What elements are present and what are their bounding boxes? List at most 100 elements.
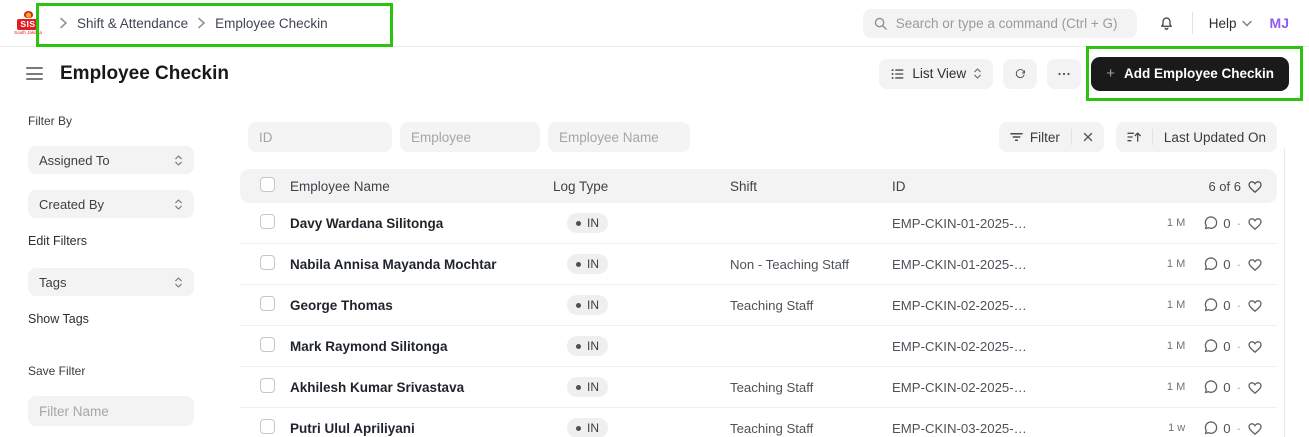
chevron-right-icon <box>197 17 206 29</box>
row-comments[interactable]: 0 <box>1203 338 1230 354</box>
row-checkbox[interactable] <box>260 296 275 311</box>
row-like-heart-icon[interactable] <box>1247 216 1263 231</box>
row-id[interactable]: EMP-CKIN-01-2025-… <box>892 257 1105 272</box>
row-shift: Teaching Staff <box>730 421 892 436</box>
row-id[interactable]: EMP-CKIN-01-2025-… <box>892 216 1105 231</box>
row-employee-name[interactable]: George Thomas <box>290 298 553 313</box>
row-comments[interactable]: 0 <box>1203 379 1230 395</box>
created-by-dropdown[interactable]: Created By <box>28 190 194 218</box>
refresh-button[interactable] <box>1003 59 1037 89</box>
tags-dropdown[interactable]: Tags <box>28 268 194 296</box>
row-like-heart-icon[interactable] <box>1247 339 1263 354</box>
column-log-type: Log Type <box>553 179 730 194</box>
logo-subtext: South Jakarta <box>14 31 42 36</box>
row-last-modified: 1 M <box>1167 381 1185 393</box>
row-shift: Teaching Staff <box>730 380 892 395</box>
show-tags-link[interactable]: Show Tags <box>28 312 89 326</box>
row-id[interactable]: EMP-CKIN-03-2025-… <box>892 421 1105 436</box>
breadcrumb-item-employee-checkin[interactable]: Employee Checkin <box>215 16 328 31</box>
row-id[interactable]: EMP-CKIN-02-2025-… <box>892 339 1105 354</box>
assigned-to-dropdown[interactable]: Assigned To <box>28 146 194 174</box>
row-checkbox[interactable] <box>260 337 275 352</box>
row-id[interactable]: EMP-CKIN-02-2025-… <box>892 298 1105 313</box>
chevron-down-icon <box>1242 20 1252 27</box>
row-checkbox[interactable] <box>260 378 275 393</box>
more-options-icon <box>1058 72 1070 76</box>
row-comments[interactable]: 0 <box>1203 256 1230 272</box>
save-filter-label: Save Filter <box>28 364 240 378</box>
row-employee-name[interactable]: Mark Raymond Silitonga <box>290 339 553 354</box>
filter-name-input[interactable] <box>28 396 194 426</box>
row-employee-name[interactable]: Akhilesh Kumar Srivastava <box>290 380 553 395</box>
favorites-filter-heart-icon[interactable] <box>1247 179 1263 194</box>
row-employee-name[interactable]: Putri Ulul Apriliyani <box>290 421 553 436</box>
breadcrumb-item-shift-attendance[interactable]: Shift & Attendance <box>77 16 188 31</box>
filter-button-group: Filter <box>999 122 1104 152</box>
comment-count: 0 <box>1223 380 1230 395</box>
page-body: Filter By Assigned To Created By Edit Fi… <box>0 100 1309 437</box>
result-count: 6 of 6 <box>1208 179 1241 194</box>
global-search[interactable] <box>863 9 1137 38</box>
log-type-badge: IN <box>567 336 608 356</box>
table-row[interactable]: Akhilesh Kumar Srivastava IN Teaching St… <box>240 367 1277 408</box>
standard-filter-bar: Filter Last Updated On <box>240 122 1277 152</box>
sort-direction-button[interactable] <box>1116 122 1152 152</box>
row-employee-name[interactable]: Davy Wardana Silitonga <box>290 216 553 231</box>
edit-filters-link[interactable]: Edit Filters <box>28 234 87 248</box>
view-switcher-button[interactable]: List View <box>879 59 993 89</box>
row-like-heart-icon[interactable] <box>1247 257 1263 272</box>
dot-separator: · <box>1237 339 1241 354</box>
user-avatar-initials[interactable]: MJ <box>1270 15 1289 31</box>
row-checkbox[interactable] <box>260 419 275 434</box>
updown-icon <box>174 276 183 289</box>
row-comments[interactable]: 0 <box>1203 297 1230 313</box>
clear-filter-button[interactable] <box>1072 122 1104 152</box>
employee-name-filter-input[interactable] <box>548 122 690 152</box>
list-main: Filter Last Updated On Employee Name <box>240 100 1277 437</box>
comment-icon <box>1203 297 1219 313</box>
row-like-heart-icon[interactable] <box>1247 298 1263 313</box>
dot-separator: · <box>1237 216 1241 231</box>
sort-icon <box>1127 131 1141 143</box>
search-input[interactable] <box>896 16 1127 31</box>
row-like-heart-icon[interactable] <box>1247 421 1263 436</box>
log-type-badge: IN <box>567 377 608 397</box>
sort-field-button[interactable]: Last Updated On <box>1153 122 1277 152</box>
row-employee-name[interactable]: Nabila Annisa Mayanda Mochtar <box>290 257 553 272</box>
row-id[interactable]: EMP-CKIN-02-2025-… <box>892 380 1105 395</box>
assigned-to-label: Assigned To <box>39 153 110 168</box>
scroll-track-line <box>1284 148 1285 437</box>
badge-dot-icon <box>576 303 581 308</box>
help-menu[interactable]: Help <box>1209 16 1252 31</box>
more-options-button[interactable] <box>1047 59 1081 89</box>
id-filter-input[interactable] <box>248 122 392 152</box>
employee-filter-input[interactable] <box>400 122 540 152</box>
notifications-bell-icon[interactable] <box>1157 14 1176 33</box>
row-checkbox[interactable] <box>260 214 275 229</box>
header-actions: List View + Add Employee Checkin <box>879 57 1289 91</box>
table-row[interactable]: Putri Ulul Apriliyani IN Teaching Staff … <box>240 408 1277 437</box>
add-employee-checkin-button[interactable]: + Add Employee Checkin <box>1091 57 1289 91</box>
chevron-right-icon <box>59 17 68 29</box>
table-row[interactable]: Mark Raymond Silitonga IN EMP-CKIN-02-20… <box>240 326 1277 367</box>
row-like-heart-icon[interactable] <box>1247 380 1263 395</box>
sidebar-toggle-menu-icon[interactable] <box>26 67 43 80</box>
table-row[interactable]: George Thomas IN Teaching Staff EMP-CKIN… <box>240 285 1277 326</box>
row-comments[interactable]: 0 <box>1203 215 1230 231</box>
sort-button-group: Last Updated On <box>1116 122 1277 152</box>
dot-separator: · <box>1237 257 1241 272</box>
select-all-checkbox[interactable] <box>260 177 275 192</box>
table-header-row: Employee Name Log Type Shift ID 6 of 6 <box>240 169 1277 203</box>
table-row[interactable]: Davy Wardana Silitonga IN EMP-CKIN-01-20… <box>240 203 1277 244</box>
badge-dot-icon <box>576 262 581 267</box>
table-row[interactable]: Nabila Annisa Mayanda Mochtar IN Non - T… <box>240 244 1277 285</box>
add-button-label: Add Employee Checkin <box>1124 66 1274 81</box>
app-logo[interactable]: SIS South Jakarta <box>14 11 42 35</box>
filter-button[interactable]: Filter <box>999 122 1071 152</box>
badge-dot-icon <box>576 221 581 226</box>
badge-dot-icon <box>576 385 581 390</box>
log-type-text: IN <box>587 216 599 230</box>
list-view-icon <box>890 67 905 81</box>
row-checkbox[interactable] <box>260 255 275 270</box>
row-comments[interactable]: 0 <box>1203 420 1230 436</box>
